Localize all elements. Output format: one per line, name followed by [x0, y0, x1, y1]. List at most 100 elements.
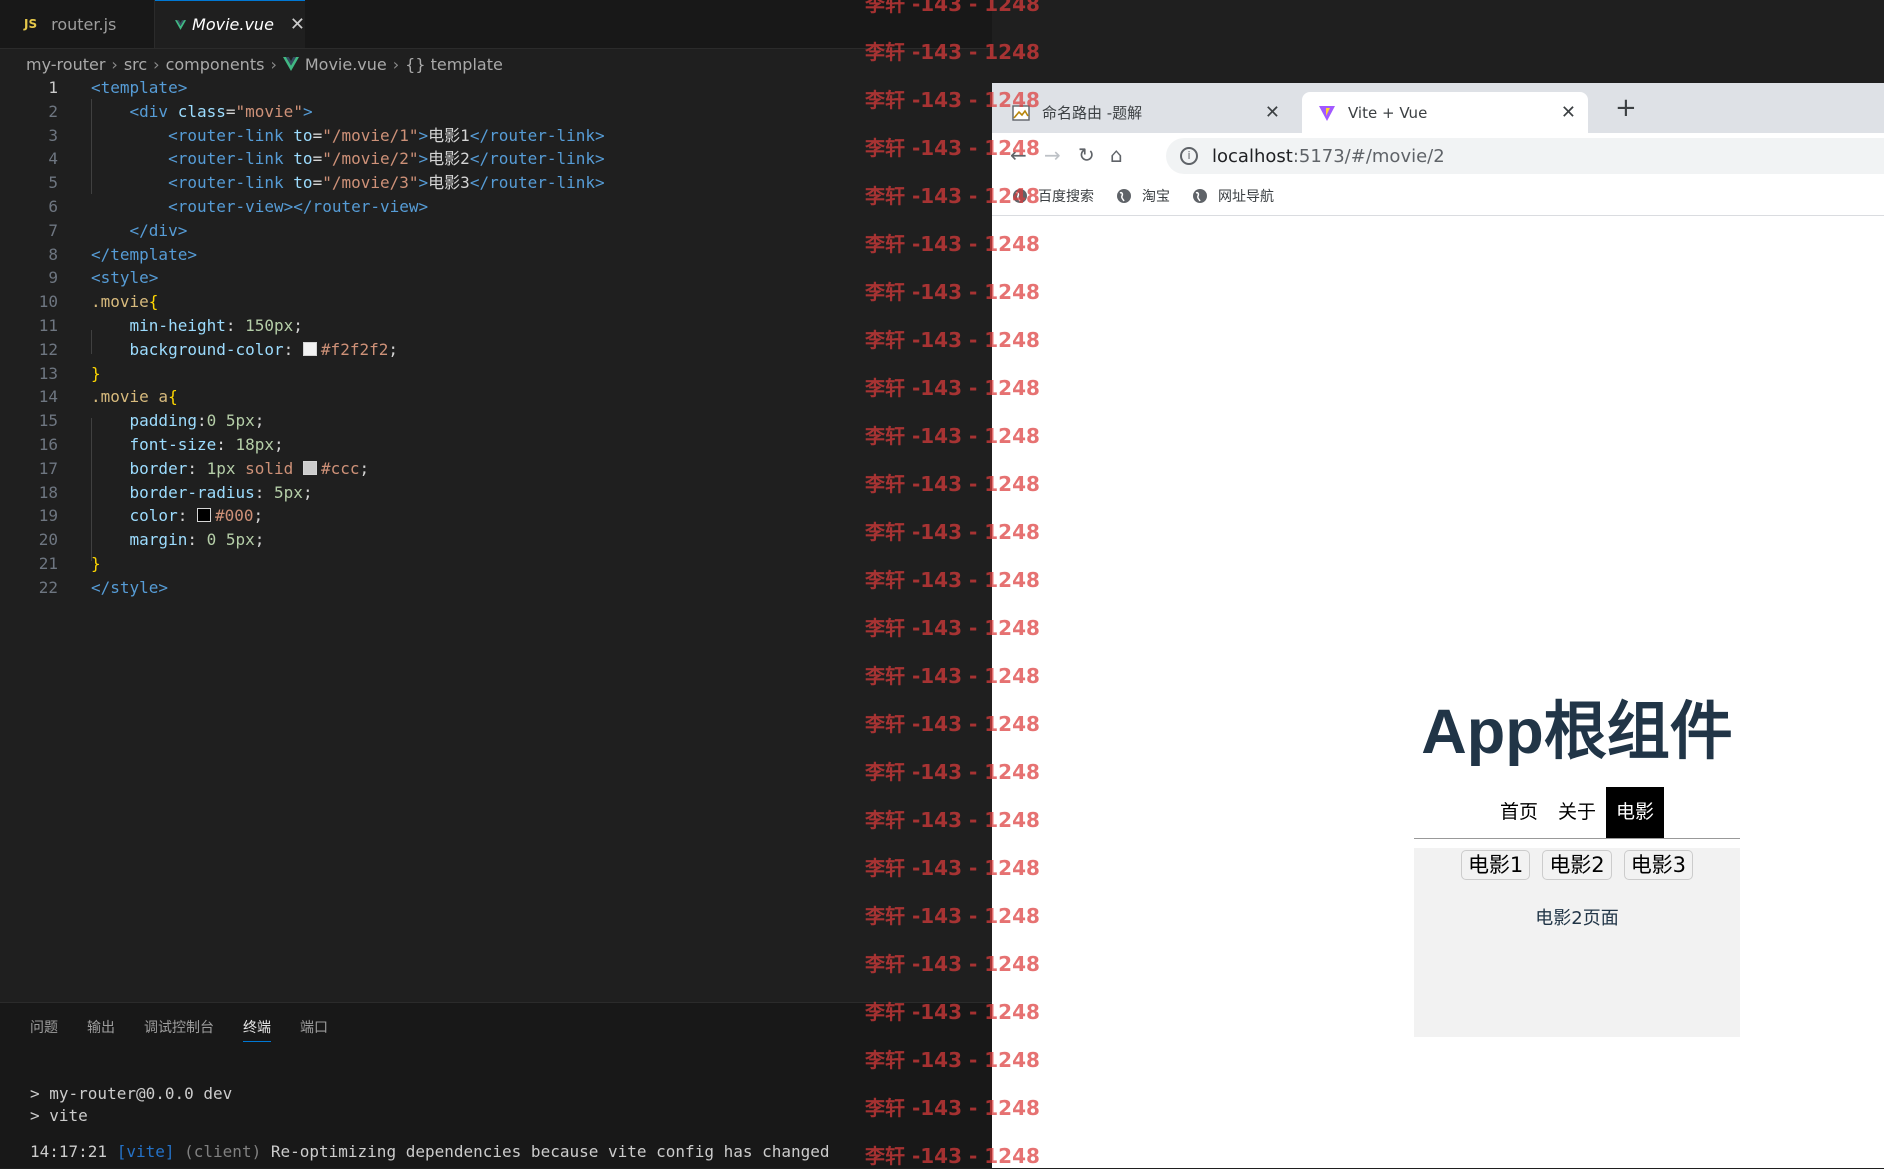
globe-icon — [1117, 189, 1131, 203]
tab-output[interactable]: 输出 — [87, 1017, 115, 1042]
code-line[interactable]: 15 padding:0 5px; — [0, 409, 992, 433]
line-number: 10 — [38, 292, 58, 312]
watermark-text: 李轩 -143 - 1248 — [865, 232, 1040, 256]
tab-movie-vue[interactable]: Movie.vue ✕ — [155, 0, 305, 48]
watermark-text: 李轩 -143 - 1248 — [865, 808, 1040, 832]
watermark-text: 李轩 -143 - 1248 — [865, 0, 1040, 16]
reload-icon[interactable]: ↻ — [1078, 143, 1095, 167]
new-tab-plus-icon[interactable]: + — [1615, 93, 1637, 123]
code-line[interactable]: 9 <style> — [0, 266, 992, 290]
terminal-output[interactable]: > my-router@0.0.0 dev > vite 14:17:21 [vit… — [30, 1083, 830, 1163]
movie-link-3[interactable]: 电影3 — [1623, 850, 1694, 880]
close-icon[interactable]: ✕ — [1265, 102, 1280, 123]
line-number: 1 — [48, 78, 58, 97]
line-number: 9 — [48, 268, 58, 288]
watermark-text: 李轩 -143 - 1248 — [865, 40, 1040, 64]
code-line[interactable]: 20 margin: 0 5px; — [0, 528, 992, 552]
code-line[interactable]: 1 <template> — [0, 76, 992, 100]
code-line[interactable]: 6 <router-view></router-view> — [0, 195, 992, 219]
line-number: 21 — [38, 553, 58, 573]
breadcrumb-item[interactable]: {} template — [405, 55, 503, 74]
nav-link-movie[interactable]: 电影 — [1606, 787, 1665, 838]
browser-tab-2[interactable]: Vite + Vue ✕ — [1302, 92, 1588, 133]
browser-tab-1[interactable]: 命名路由 -题解 ✕ — [1012, 92, 1292, 133]
code-line[interactable]: 12 background-color: #f2f2f2; — [0, 338, 992, 362]
watermark-text: 李轩 -143 - 1248 — [865, 1144, 1040, 1168]
bookmarks-bar: 百度搜索 淘宝 网址导航 — [992, 177, 1884, 216]
code-line[interactable]: 21} — [0, 552, 992, 576]
watermark-text: 李轩 -143 - 1248 — [865, 1048, 1040, 1072]
code-text: } — [91, 553, 101, 573]
movie-links: 电影1 电影2 电影3 — [1414, 848, 1740, 880]
watermark-text: 李轩 -143 - 1248 — [865, 664, 1040, 688]
breadcrumb-item[interactable]: components — [166, 55, 265, 74]
chevron-right-icon: › — [392, 54, 400, 74]
code-line[interactable]: 7 </div> — [0, 219, 992, 243]
code-line[interactable]: 16 font-size: 18px; — [0, 433, 992, 457]
code-line[interactable]: 11 min-height: 150px; — [0, 314, 992, 338]
breadcrumb-item[interactable]: Movie.vue — [305, 55, 387, 74]
movie-link-2[interactable]: 电影2 — [1542, 850, 1612, 880]
line-number: 19 — [38, 506, 58, 526]
code-line[interactable]: 4 <router-link to="/movie/2">电影2</router… — [0, 147, 992, 171]
terminal-line: > my-router@0.0.0 dev — [30, 1084, 233, 1103]
code-line[interactable]: 22 </style> — [0, 576, 992, 600]
code-line[interactable]: 17 border: 1px solid #ccc; — [0, 457, 992, 481]
breadcrumb-item[interactable]: src — [124, 55, 147, 74]
line-number: 14 — [38, 387, 58, 407]
tab-ports[interactable]: 端口 — [300, 1017, 328, 1042]
router-view-content: 电影2页面 — [1535, 908, 1619, 929]
bottom-panel: 问题 输出 调试控制台 终端 端口 > my-router@0.0.0 dev >… — [0, 1002, 992, 1168]
app-title: App根组件 — [1421, 697, 1733, 767]
code-line[interactable]: 18 border-radius: 5px; — [0, 481, 992, 505]
line-number: 12 — [38, 339, 58, 359]
tab-problems[interactable]: 问题 — [30, 1017, 58, 1042]
forward-arrow-icon[interactable]: → — [1044, 143, 1061, 167]
code-text: border-radius: 5px; — [129, 482, 313, 502]
code-line[interactable]: 14 .movie a{ — [0, 385, 992, 409]
code-line[interactable]: 13} — [0, 362, 992, 386]
bookmark-nav[interactable]: 网址导航 — [1192, 186, 1274, 206]
tab-debug-console[interactable]: 调试控制台 — [144, 1017, 214, 1042]
address-bar[interactable]: i localhost:5173/#/movie/2 — [1166, 138, 1884, 174]
home-icon[interactable]: ⌂ — [1110, 143, 1123, 167]
url-host: localhost — [1212, 145, 1293, 167]
nav-link-home[interactable]: 首页 — [1490, 787, 1548, 838]
watermark-text: 李轩 -143 - 1248 — [865, 616, 1040, 640]
site-info-icon[interactable]: i — [1180, 147, 1198, 165]
movie-link-1[interactable]: 电影1 — [1460, 850, 1531, 880]
watermark-text: 李轩 -143 - 1248 — [865, 712, 1040, 736]
code-line[interactable]: 8 </template> — [0, 243, 992, 267]
line-number: 2 — [48, 101, 58, 121]
breadcrumb-item[interactable]: my-router — [26, 55, 105, 74]
code-text: <router-link to="/movie/2">电影2</router-l… — [168, 149, 605, 169]
watermark-text: 李轩 -143 - 1248 — [865, 760, 1040, 784]
watermark-text: 李轩 -143 - 1248 — [865, 1000, 1040, 1024]
nav-link-about[interactable]: 关于 — [1548, 787, 1606, 838]
code-line[interactable]: 10 .movie{ — [0, 290, 992, 314]
code-text: <div class="movie"> — [129, 101, 313, 121]
line-number: 15 — [38, 411, 58, 431]
code-editor: JS router.js Movie.vue ✕ my-router › src… — [0, 0, 992, 1168]
chevron-right-icon: › — [111, 54, 118, 74]
chevron-right-icon: › — [153, 54, 160, 74]
code-text: <template> — [91, 78, 188, 97]
close-icon[interactable]: ✕ — [290, 14, 305, 35]
panel-tab-bar: 问题 输出 调试控制台 终端 端口 — [30, 1017, 328, 1042]
code-line[interactable]: 19 color: #000; — [0, 504, 992, 528]
bookmark-taobao[interactable]: 淘宝 — [1116, 186, 1170, 206]
code-text: color: #000; — [129, 506, 264, 526]
tab-router-js[interactable]: JS router.js — [0, 0, 155, 48]
code-text: background-color: #f2f2f2; — [129, 339, 398, 359]
close-icon[interactable]: ✕ — [1561, 102, 1576, 123]
code-area[interactable]: 1 <template> 2 <div class="movie"> 3 <route… — [0, 76, 992, 600]
code-line[interactable]: 3 <router-link to="/movie/1">电影1</router… — [0, 124, 992, 148]
indent-guide — [91, 99, 92, 194]
tab-terminal[interactable]: 终端 — [243, 1017, 271, 1042]
code-text: padding:0 5px; — [129, 411, 265, 431]
code-text: <router-link to="/movie/3">电影3</router-l… — [168, 173, 605, 193]
code-text: margin: 0 5px; — [129, 530, 265, 550]
code-line[interactable]: 2 <div class="movie"> — [0, 100, 992, 124]
code-line[interactable]: 5 <router-link to="/movie/3">电影3</router… — [0, 171, 992, 195]
browser-tab-strip: 命名路由 -题解 ✕ Vite + Vue ✕ + — [992, 83, 1884, 133]
